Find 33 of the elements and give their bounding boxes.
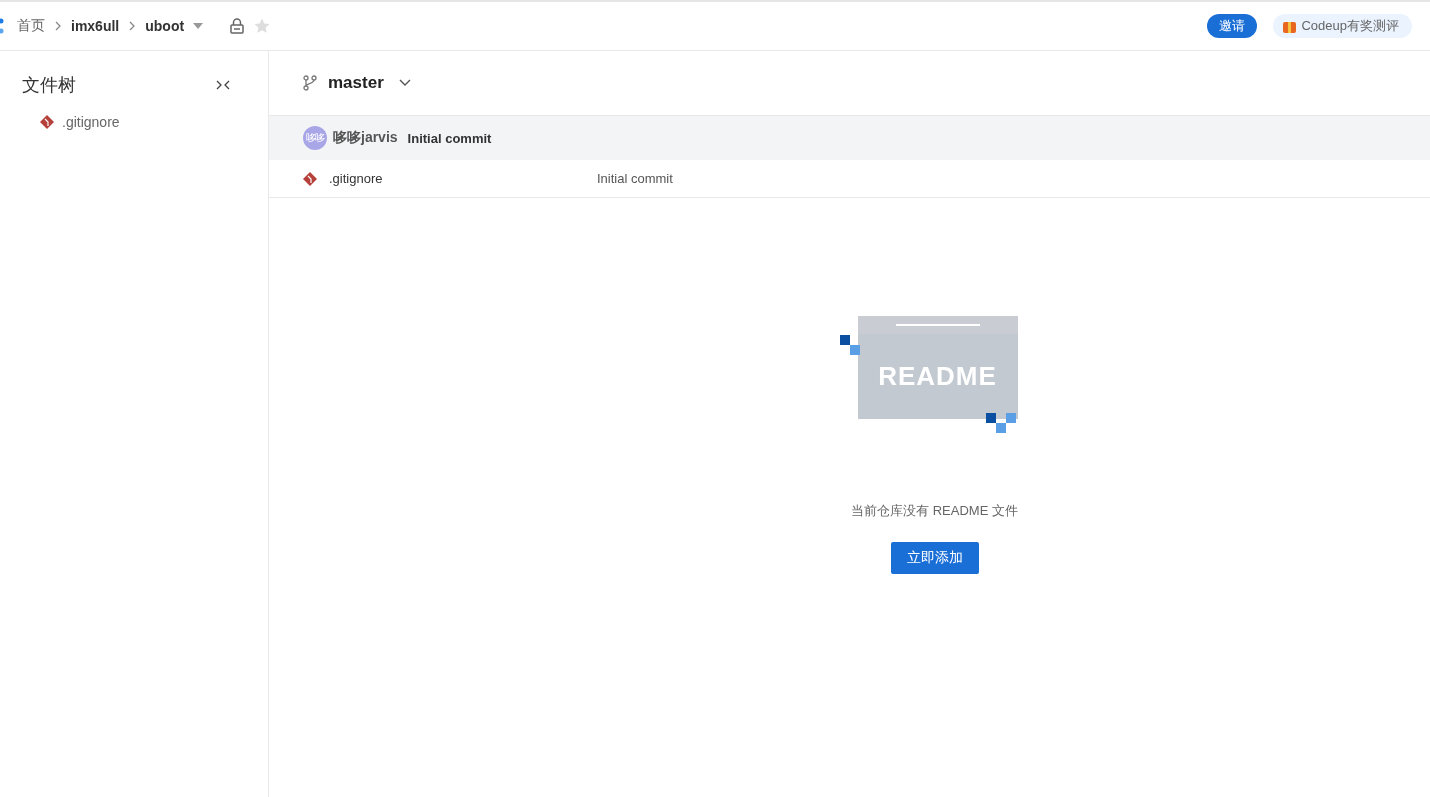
git-file-icon (40, 115, 54, 129)
git-file-icon (303, 171, 317, 186)
home-link[interactable]: 首页 (17, 17, 45, 35)
promo-button[interactable]: Codeup有奖测评 (1273, 14, 1412, 38)
breadcrumb-link[interactable]: imx6ull (71, 18, 120, 34)
square-decoration (839, 335, 850, 345)
breadcrumb-link[interactable]: uboot (145, 18, 185, 34)
gift-icon (1283, 19, 1297, 33)
chevron-down-icon[interactable] (398, 79, 411, 87)
commit-author: 哆哆jarvis (333, 129, 398, 147)
commit-message[interactable]: Initial commit (407, 130, 492, 146)
empty-message: 当前仓库没有 README 文件 (851, 502, 1018, 520)
collapse-icon[interactable] (216, 80, 230, 90)
branch-name[interactable]: master (328, 73, 384, 93)
lock-icon (230, 18, 245, 34)
file-tree-item[interactable]: .gitignore (40, 114, 268, 130)
add-readme-button[interactable]: 立即添加 (890, 542, 979, 574)
chevron-icon (54, 21, 62, 31)
invite-button[interactable]: 邀请 (1207, 14, 1258, 38)
caret-icon[interactable] (193, 23, 204, 29)
avatar: 哆哆 (303, 126, 327, 150)
chevron-icon (128, 21, 137, 31)
square-decoration (1005, 413, 1016, 423)
sidebar-title: 文件树 (22, 74, 76, 97)
illustration-text: README (878, 361, 997, 392)
square-decoration (985, 413, 996, 423)
square-decoration (849, 345, 860, 355)
star-icon[interactable] (253, 17, 272, 35)
branch-icon (303, 75, 317, 91)
logo-icon (0, 18, 6, 34)
square-decoration (995, 423, 1006, 433)
file-name[interactable]: .gitignore (329, 171, 383, 186)
file-commit-message[interactable]: Initial commit (597, 171, 673, 186)
